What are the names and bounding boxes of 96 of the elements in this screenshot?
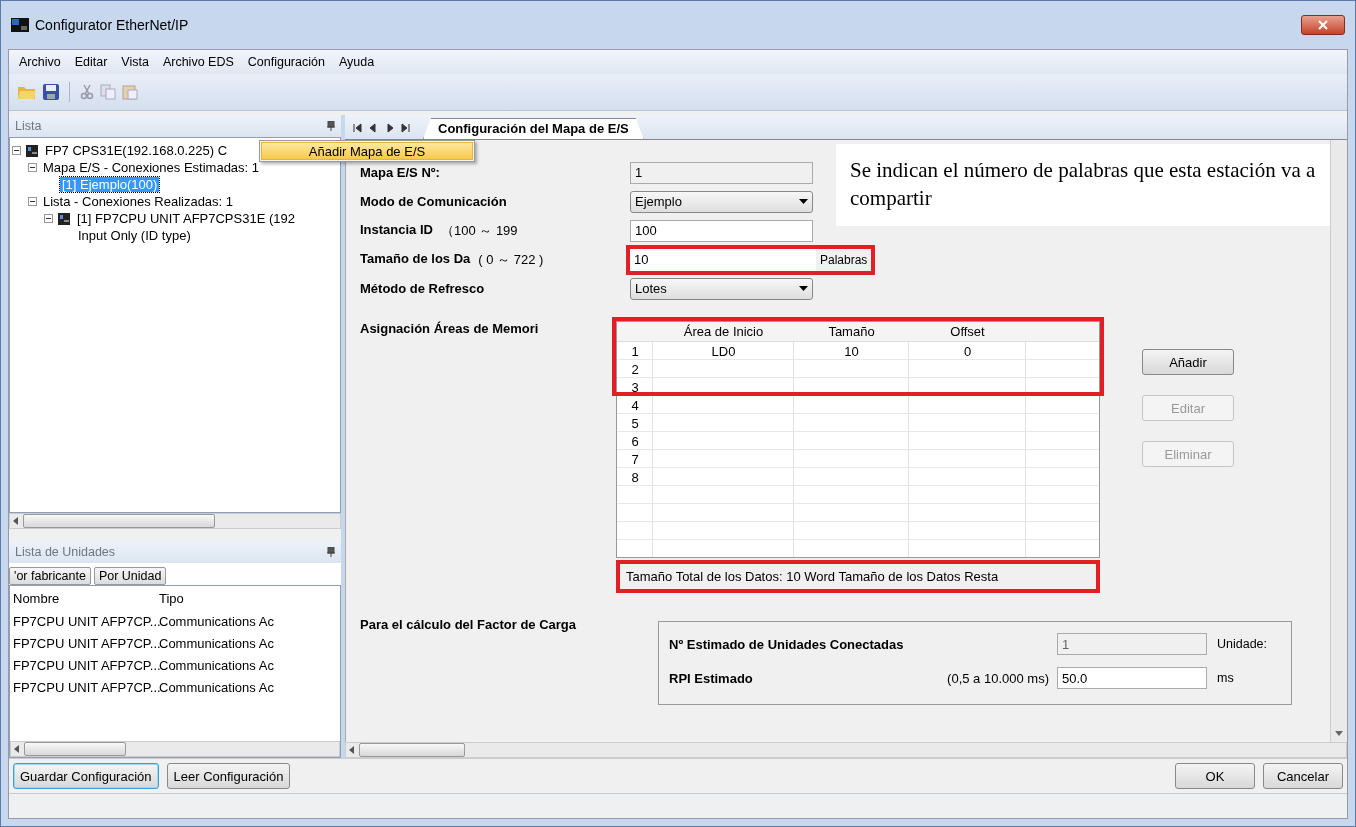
paste-icon bbox=[122, 84, 138, 100]
panel-title: Lista bbox=[15, 119, 42, 133]
table-cell: FP7CPU UNIT AFP7CP... bbox=[13, 635, 159, 651]
caret-icon bbox=[799, 286, 808, 291]
device-icon bbox=[25, 143, 39, 158]
close-button[interactable] bbox=[1301, 15, 1345, 35]
action-button[interactable]: Leer Configuración bbox=[166, 763, 291, 789]
data-size-summary: Tamaño Total de los Datos: 10 Word Tamaño de los Datos Resta bbox=[616, 560, 1100, 593]
column-header[interactable]: Área de Inicio bbox=[653, 322, 794, 341]
tab[interactable]: Configuración del Mapa de E/S bbox=[423, 118, 644, 139]
folder-icon bbox=[17, 84, 37, 100]
table-cell: FP7CPU UNIT AFP7CP... bbox=[13, 613, 159, 629]
save-icon bbox=[43, 84, 59, 100]
scroll-left-icon[interactable] bbox=[349, 746, 355, 754]
panel-title: Lista de Unidades bbox=[15, 545, 116, 559]
row-number: 8 bbox=[630, 468, 640, 486]
dropdown[interactable]: Ejemplo bbox=[630, 190, 813, 213]
menu-item[interactable]: Ayuda bbox=[338, 55, 375, 69]
table-cell-text: Communications Ac bbox=[159, 679, 275, 695]
table-cell: FP7CPU UNIT AFP7CP... bbox=[13, 679, 159, 695]
row-number: 3 bbox=[630, 378, 640, 396]
field-label: Tamaño de los Da bbox=[360, 250, 471, 268]
action-button[interactable]: Añadir bbox=[1142, 349, 1234, 375]
menu-item[interactable]: Archivo EDS bbox=[162, 55, 234, 69]
table-cell-text: 10 bbox=[843, 342, 860, 360]
tree-item[interactable]: Mapa E/S - Conexiones Estimadas: 1 bbox=[41, 160, 262, 175]
table-cell-text: 0 bbox=[962, 342, 973, 360]
field-label: Instancia ID bbox=[360, 221, 433, 239]
input-field[interactable]: 1 bbox=[1057, 633, 1207, 655]
table-cell-text: Communications Ac bbox=[159, 657, 275, 673]
vertical-scrollbar[interactable] bbox=[1330, 140, 1347, 742]
field-label: Asignación Áreas de Memori bbox=[360, 321, 539, 338]
action-button[interactable]: Guardar Configuración bbox=[13, 763, 159, 789]
unit-label: ms bbox=[1216, 671, 1235, 685]
scroll-down-icon[interactable] bbox=[1335, 731, 1343, 736]
range-hint: (0,5 a 10.000 ms) bbox=[947, 670, 1050, 686]
horizontal-scrollbar[interactable] bbox=[345, 742, 1347, 758]
app-icon bbox=[11, 18, 29, 32]
field-label: Modo de Comunicación bbox=[360, 194, 507, 209]
number-field[interactable]: 1 bbox=[630, 161, 813, 184]
filter-button[interactable]: 'or fabricante bbox=[9, 567, 91, 585]
menu-item[interactable]: Añadir Mapa de E/S bbox=[261, 142, 473, 160]
table-cell-text: Communications Ac bbox=[159, 613, 275, 629]
field-label: Nº Estimado de Unidades Conectadas bbox=[669, 636, 905, 652]
menu-item[interactable]: Vista bbox=[121, 55, 149, 69]
dialog-button[interactable]: Cancelar bbox=[1263, 763, 1343, 789]
input-field[interactable]: 50.0 bbox=[1057, 667, 1207, 689]
row-number: 7 bbox=[630, 450, 640, 468]
row-number: 2 bbox=[630, 360, 640, 378]
section-label: Para el cálculo del Factor de Carga bbox=[360, 617, 578, 634]
dialog-button[interactable]: OK bbox=[1175, 763, 1255, 789]
dropdown[interactable]: Lotes bbox=[630, 277, 813, 300]
column-header[interactable]: Tipo bbox=[159, 590, 340, 606]
caret-icon bbox=[799, 199, 808, 204]
field-label: Método de Refresco bbox=[360, 281, 485, 296]
pin-icon[interactable] bbox=[327, 121, 335, 131]
menu-item[interactable]: Editar bbox=[74, 55, 108, 69]
tree-item[interactable]: [1] FP7CPU UNIT AFP7CPS31E (192 bbox=[75, 211, 297, 226]
field-label: RPI Estimado bbox=[669, 670, 754, 686]
horizontal-scrollbar[interactable] bbox=[9, 513, 341, 529]
unit-label: Unidade: bbox=[1216, 637, 1269, 651]
window-title: Configurator EtherNet/IP bbox=[35, 17, 189, 33]
input-field[interactable]: 100 bbox=[630, 219, 813, 242]
copy-icon bbox=[100, 84, 116, 100]
table-cell: FP7CPU UNIT AFP7CP... bbox=[13, 657, 159, 673]
menu-item[interactable]: Archivo bbox=[19, 55, 61, 69]
row-number: 1 bbox=[630, 342, 640, 360]
close-icon bbox=[1318, 20, 1328, 30]
column-header[interactable]: Tamaño bbox=[794, 322, 909, 341]
annotation-note: Se indican el número de palabras que esta estación va a compartir bbox=[836, 144, 1330, 226]
tree-item[interactable]: Lista - Conexiones Realizadas: 1 bbox=[41, 194, 236, 209]
range-hint: （100 ～ 199 bbox=[440, 221, 518, 240]
filter-button[interactable]: Por Unidad bbox=[93, 567, 167, 585]
input-field[interactable]: 10 bbox=[630, 248, 816, 271]
expand-toggle[interactable] bbox=[44, 214, 53, 223]
table-cell-text: LD0 bbox=[710, 342, 737, 360]
scroll-left-icon[interactable] bbox=[14, 745, 20, 753]
pin-icon[interactable] bbox=[327, 547, 335, 557]
tree-item[interactable]: FP7 CPS31E(192.168.0.225) C bbox=[43, 143, 230, 158]
tree-item[interactable]: Input Only (ID type) bbox=[76, 228, 193, 243]
scroll-left-icon[interactable] bbox=[13, 517, 19, 525]
horizontal-scrollbar[interactable] bbox=[10, 741, 340, 757]
column-header[interactable]: Nombre bbox=[13, 590, 159, 606]
column-header[interactable]: Offset bbox=[909, 322, 1026, 341]
expand-toggle[interactable] bbox=[28, 163, 37, 172]
range-hint: ( 0 ～ 722 ) bbox=[478, 250, 544, 269]
field-label: Mapa E/S Nº: bbox=[360, 165, 440, 180]
table-cell-text: Communications Ac bbox=[159, 635, 275, 651]
cut-icon bbox=[80, 84, 94, 100]
expand-toggle[interactable] bbox=[12, 146, 21, 155]
row-number: 6 bbox=[630, 432, 640, 450]
device-icon bbox=[57, 211, 71, 226]
expand-toggle[interactable] bbox=[28, 197, 37, 206]
row-number: 4 bbox=[630, 396, 640, 414]
menu-item[interactable]: Configuración bbox=[247, 55, 325, 69]
row-number: 5 bbox=[630, 414, 640, 432]
